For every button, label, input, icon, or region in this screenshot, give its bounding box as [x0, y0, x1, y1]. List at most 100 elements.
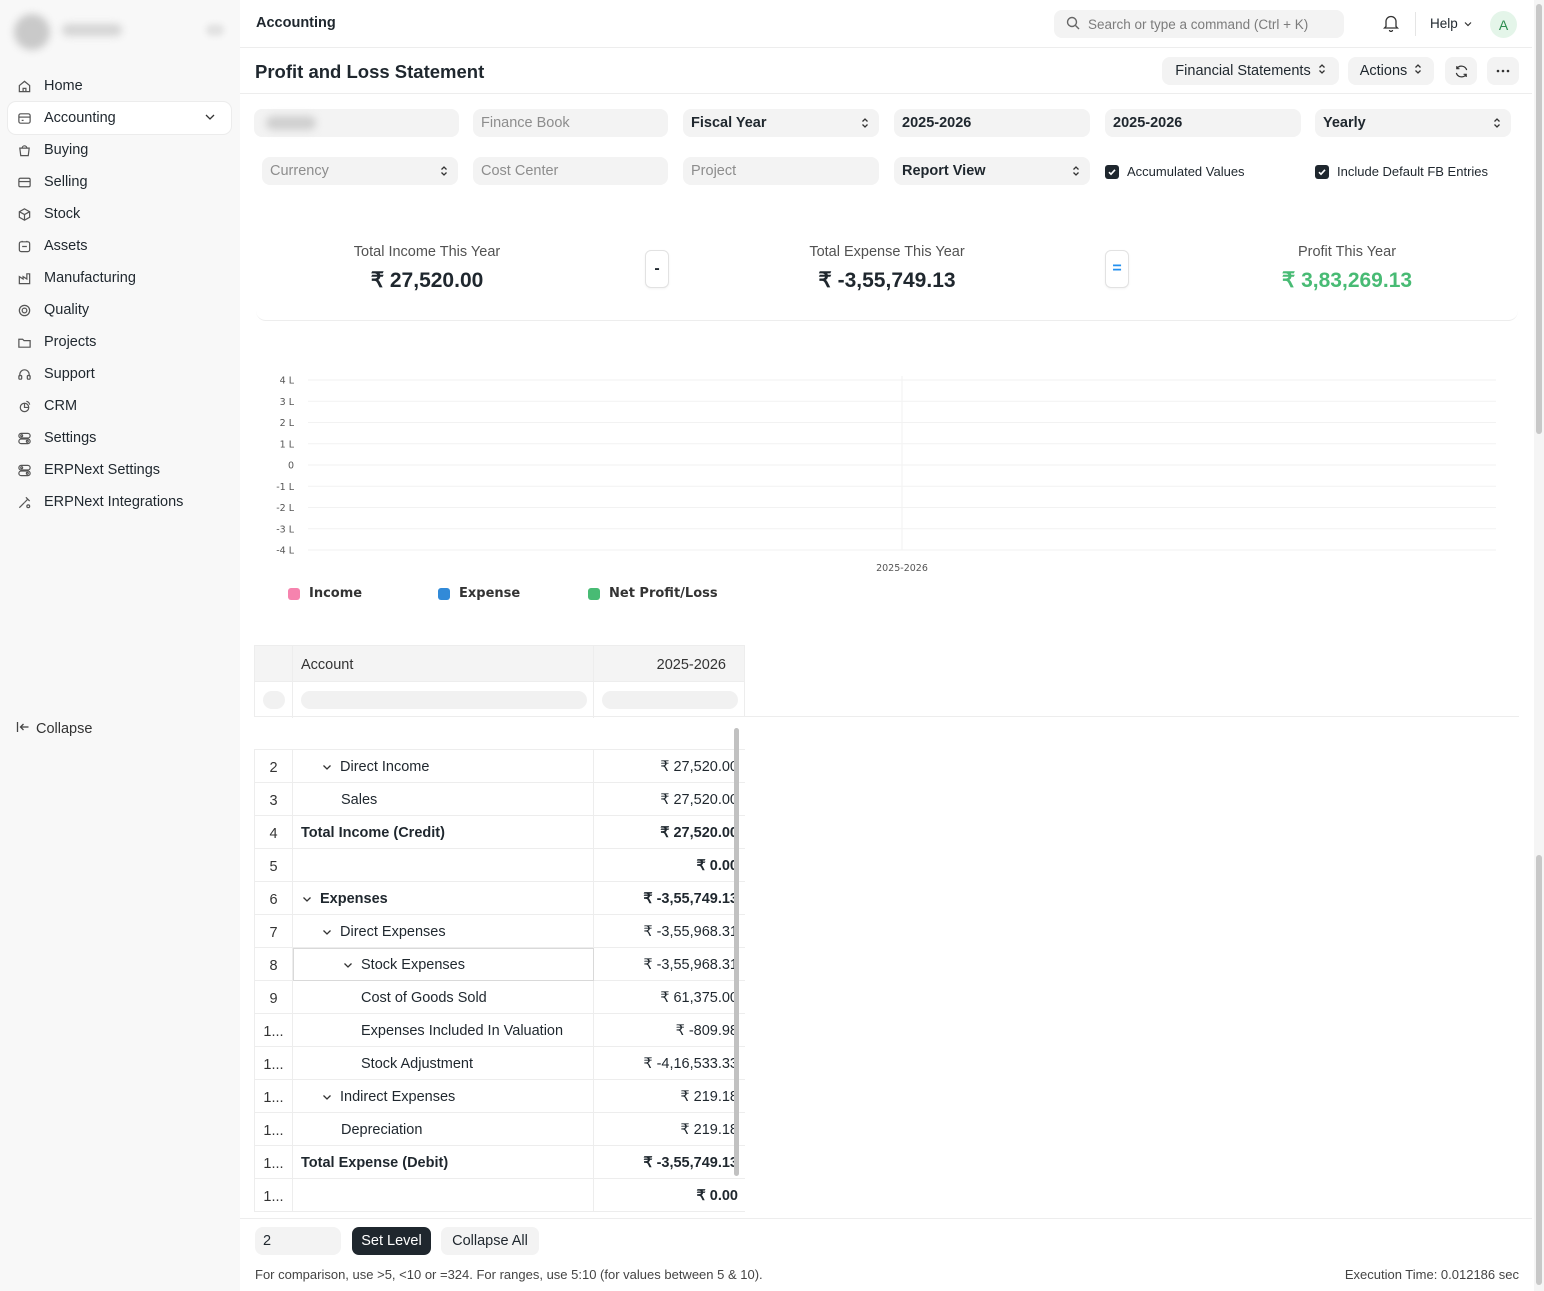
chevron-down-icon[interactable]	[203, 110, 219, 126]
financial-statements-button[interactable]: Financial Statements	[1162, 57, 1339, 85]
company-field[interactable]	[254, 109, 459, 137]
sidebar-item-manufacturing[interactable]: Manufacturing	[8, 262, 231, 294]
account-filter-input[interactable]	[301, 691, 587, 709]
account-cell[interactable]: Expenses Included In Valuation	[293, 1014, 594, 1047]
tree-level-input[interactable]: 2	[255, 1227, 341, 1255]
tree-toggle-chevron-icon[interactable]	[321, 926, 333, 938]
legend-item-expense[interactable]: Expense	[438, 586, 520, 601]
sidebar-item-erpnext-settings[interactable]: ERPNext Settings	[8, 454, 231, 486]
search-input[interactable]: Search or type a command (Ctrl + K)	[1054, 10, 1344, 38]
sidebar-item-buying[interactable]: Buying	[8, 134, 231, 166]
table-row[interactable]: 1... ₹ 0.00	[254, 1179, 745, 1212]
table-row[interactable]: 2 Direct Income ₹ 27,520.00	[254, 750, 745, 783]
amount-cell[interactable]: ₹ -3,55,749.13	[594, 882, 745, 915]
account-cell[interactable]: Cost of Goods Sold	[293, 981, 594, 1014]
account-cell[interactable]: Total Income (Credit)	[293, 816, 594, 849]
accumulated-values-checkbox[interactable]: Accumulated Values	[1105, 164, 1245, 179]
cost-center-field[interactable]: Cost Center	[473, 157, 668, 185]
amount-cell[interactable]: ₹ 27,520.00	[594, 750, 745, 783]
help-dropdown[interactable]: Help	[1430, 16, 1473, 31]
sidebar-item-quality[interactable]: Quality	[8, 294, 231, 326]
legend-item-net-profit-loss[interactable]: Net Profit/Loss	[588, 586, 718, 601]
report-view-select[interactable]: Report View	[894, 157, 1090, 185]
table-row[interactable]: 1... Depreciation ₹ 219.18	[254, 1113, 745, 1146]
amount-cell[interactable]: ₹ -3,55,749.13	[594, 1146, 745, 1179]
from-fiscal-year-field[interactable]: 2025-2026	[894, 109, 1090, 137]
tree-toggle-chevron-icon[interactable]	[301, 893, 313, 905]
table-row[interactable]: 8 Stock Expenses ₹ -3,55,968.31	[254, 948, 745, 981]
sidebar-item-home[interactable]: Home	[8, 70, 231, 102]
table-row[interactable]: 4 Total Income (Credit) ₹ 27,520.00	[254, 816, 745, 849]
include-default-fb-checkbox[interactable]: Include Default FB Entries	[1315, 164, 1488, 179]
table-row[interactable]: 1... Expenses Included In Valuation ₹ -809…	[254, 1014, 745, 1047]
refresh-button[interactable]	[1445, 57, 1477, 85]
table-row[interactable]: 7 Direct Expenses ₹ -3,55,968.31	[254, 915, 745, 948]
account-cell[interactable]: Direct Income	[293, 750, 594, 783]
sidebar-item-assets[interactable]: Assets	[8, 230, 231, 262]
more-options-button[interactable]	[1487, 57, 1519, 85]
sidebar-item-settings[interactable]: Settings	[8, 422, 231, 454]
amount-cell[interactable]: ₹ -4,16,533.33	[594, 1047, 745, 1080]
account-cell[interactable]	[293, 1179, 594, 1212]
page-scrollbar[interactable]	[1534, 0, 1544, 1291]
sidebar-item-crm[interactable]: CRM	[8, 390, 231, 422]
account-cell[interactable]: Stock Expenses	[293, 948, 594, 981]
set-level-button[interactable]: Set Level	[352, 1227, 431, 1255]
amount-cell[interactable]: ₹ 27,520.00	[594, 816, 745, 849]
table-row[interactable]: 5 ₹ 0.00	[254, 849, 745, 882]
legend-item-income[interactable]: Income	[288, 586, 362, 601]
column-header-account[interactable]: Account	[301, 657, 353, 673]
amount-cell[interactable]: ₹ 0.00	[594, 1179, 745, 1212]
account-cell[interactable]: Expenses	[293, 882, 594, 915]
project-field[interactable]: Project	[683, 157, 879, 185]
sidebar-item-selling[interactable]: Selling	[8, 166, 231, 198]
account-cell[interactable]: Direct Expenses	[293, 915, 594, 948]
sidebar-item-label: Manufacturing	[44, 270, 136, 286]
actions-button[interactable]: Actions	[1348, 57, 1434, 85]
periodicity-select[interactable]: Yearly	[1315, 109, 1511, 137]
sidebar-item-stock[interactable]: Stock	[8, 198, 231, 230]
table-row[interactable]: 9 Cost of Goods Sold ₹ 61,375.00	[254, 981, 745, 1014]
sidebar-item-accounting[interactable]: Accounting	[8, 102, 231, 134]
table-row[interactable]: 1... Indirect Expenses ₹ 219.18	[254, 1080, 745, 1113]
table-row[interactable]: 6 Expenses ₹ -3,55,749.13	[254, 882, 745, 915]
tree-toggle-chevron-icon[interactable]	[321, 761, 333, 773]
amount-cell[interactable]: ₹ 0.00	[594, 849, 745, 882]
amount-cell[interactable]: ₹ -3,55,968.31	[594, 915, 745, 948]
period-filter-input[interactable]	[602, 691, 738, 709]
amount-cell[interactable]: ₹ -3,55,968.31	[594, 948, 745, 981]
table-row[interactable]: 3 Sales ₹ 27,520.00	[254, 783, 745, 816]
finance-book-field[interactable]: Finance Book	[473, 109, 668, 137]
row-number-filter-input[interactable]	[263, 691, 285, 709]
sidebar-item-erpnext-integrations[interactable]: ERPNext Integrations	[8, 486, 231, 518]
amount-cell[interactable]: ₹ 27,520.00	[594, 783, 745, 816]
column-header-period[interactable]: 2025-2026	[657, 657, 726, 673]
profit-summary: Profit This Year ₹ 3,83,269.13	[1197, 244, 1497, 293]
collapse-all-button[interactable]: Collapse All	[441, 1227, 539, 1255]
account-cell[interactable]: Depreciation	[293, 1113, 594, 1146]
currency-select[interactable]: Currency	[262, 157, 458, 185]
account-cell[interactable]: Stock Adjustment	[293, 1047, 594, 1080]
account-cell[interactable]: Sales	[293, 783, 594, 816]
to-fiscal-year-field[interactable]: 2025-2026	[1105, 109, 1301, 137]
app-logo[interactable]	[10, 10, 230, 50]
amount-cell[interactable]: ₹ 219.18	[594, 1080, 745, 1113]
breadcrumb[interactable]: Accounting	[256, 15, 336, 31]
notification-bell-icon[interactable]	[1382, 14, 1400, 35]
account-cell[interactable]: Total Expense (Debit)	[293, 1146, 594, 1179]
user-avatar[interactable]: A	[1490, 11, 1517, 38]
filter-based-on-select[interactable]: Fiscal Year	[683, 109, 879, 137]
amount-cell[interactable]: ₹ -809.98	[594, 1014, 745, 1047]
amount-cell[interactable]: ₹ 219.18	[594, 1113, 745, 1146]
table-row[interactable]: 1... Total Expense (Debit) ₹ -3,55,749.13	[254, 1146, 745, 1179]
table-row[interactable]: 1... Stock Adjustment ₹ -4,16,533.33	[254, 1047, 745, 1080]
table-scrollbar[interactable]	[733, 718, 741, 1218]
amount-cell[interactable]: ₹ 61,375.00	[594, 981, 745, 1014]
tree-toggle-chevron-icon[interactable]	[321, 1091, 333, 1103]
account-cell[interactable]: Indirect Expenses	[293, 1080, 594, 1113]
sidebar-item-support[interactable]: Support	[8, 358, 231, 390]
sidebar-item-projects[interactable]: Projects	[8, 326, 231, 358]
tree-toggle-chevron-icon[interactable]	[342, 959, 354, 971]
account-cell[interactable]	[293, 849, 594, 882]
sidebar-collapse-button[interactable]: Collapse	[16, 720, 92, 738]
